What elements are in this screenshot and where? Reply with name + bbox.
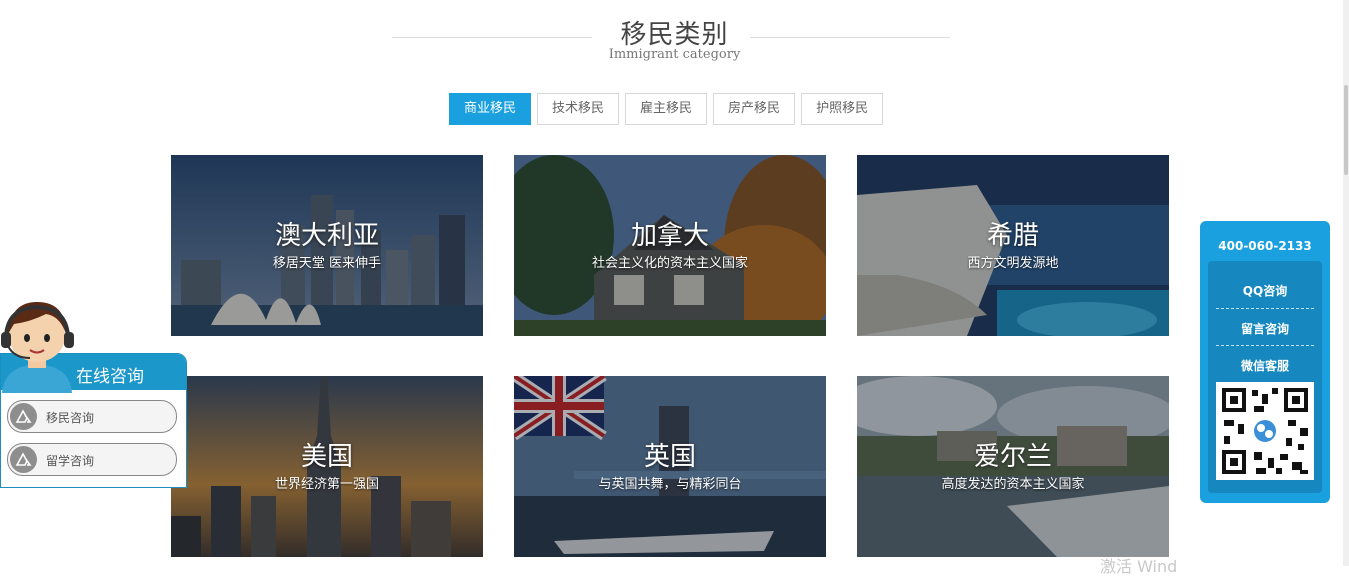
study-abroad-consult-button[interactable]: 留学咨询 <box>7 443 177 476</box>
chat-icon <box>10 403 37 430</box>
divider <box>1216 345 1314 346</box>
wechat-service-link[interactable]: 微信客服 <box>1208 357 1322 374</box>
watermark: 激活 Wind <box>1100 557 1178 576</box>
country-name: 希腊 <box>986 221 1039 251</box>
country-card-ireland[interactable]: 爱尔兰 高度发达的资本主义国家 <box>857 376 1169 557</box>
section-header: 移民类别 Immigrant category <box>0 0 1349 80</box>
country-grid: 澳大利亚 移居天堂 医来伸手 加拿大 社会主义化的资本主义国家 希腊 西方文明发… <box>171 155 1169 575</box>
consult-title: 在线咨询 <box>76 367 144 387</box>
tab-employer[interactable]: 雇主移民 <box>625 93 708 125</box>
section-subtitle: Immigrant category <box>608 47 741 62</box>
country-card-canada[interactable]: 加拿大 社会主义化的资本主义国家 <box>514 155 826 336</box>
tab-passport[interactable]: 护照移民 <box>801 93 884 125</box>
online-consult-widget: 在线咨询 移民咨询 留学咨询 <box>0 298 187 488</box>
qq-consult-link[interactable]: QQ咨询 <box>1208 282 1322 299</box>
immigration-consult-button[interactable]: 移民咨询 <box>7 400 177 433</box>
country-name: 英国 <box>643 442 696 472</box>
divider <box>1216 308 1314 309</box>
contact-options: QQ咨询 留言咨询 微信客服 <box>1208 261 1322 493</box>
country-card-greece[interactable]: 希腊 西方文明发源地 <box>857 155 1169 336</box>
country-name: 澳大利亚 <box>274 221 379 251</box>
section-title: 移民类别 <box>620 20 729 50</box>
country-desc: 社会主义化的资本主义国家 <box>591 256 748 271</box>
contact-sidebar: 400-060-2133 QQ咨询 留言咨询 微信客服 <box>1200 221 1330 503</box>
country-name: 加拿大 <box>630 221 709 251</box>
country-card-australia[interactable]: 澳大利亚 移居天堂 医来伸手 <box>171 155 483 336</box>
tab-skilled[interactable]: 技术移民 <box>537 93 620 125</box>
country-name: 爱尔兰 <box>973 442 1052 472</box>
wechat-qr-code-icon <box>1216 382 1314 480</box>
country-desc: 与英国共舞，与精彩同台 <box>598 477 742 492</box>
country-desc: 高度发达的资本主义国家 <box>941 477 1085 492</box>
country-card-usa[interactable]: 美国 世界经济第一强国 <box>171 376 483 557</box>
customer-service-avatar-icon <box>1 302 74 393</box>
chat-icon <box>10 446 37 473</box>
scrollbar-thumb[interactable] <box>1344 85 1348 175</box>
hotline-number[interactable]: 400-060-2133 <box>1200 239 1330 253</box>
country-name: 美国 <box>300 442 353 472</box>
country-desc: 世界经济第一强国 <box>274 477 379 492</box>
country-desc: 西方文明发源地 <box>967 256 1059 271</box>
category-tabs: 商业移民 技术移民 雇主移民 房产移民 护照移民 <box>449 93 884 125</box>
tab-property[interactable]: 房产移民 <box>713 93 796 125</box>
message-consult-link[interactable]: 留言咨询 <box>1208 320 1322 337</box>
tab-business[interactable]: 商业移民 <box>449 93 532 125</box>
consult-item-label: 移民咨询 <box>46 411 95 425</box>
country-card-uk[interactable]: 英国 与英国共舞，与精彩同台 <box>514 376 826 557</box>
country-desc: 移居天堂 医来伸手 <box>272 256 382 271</box>
consult-item-label: 留学咨询 <box>46 454 95 468</box>
page-scrollbar[interactable] <box>1343 0 1349 566</box>
